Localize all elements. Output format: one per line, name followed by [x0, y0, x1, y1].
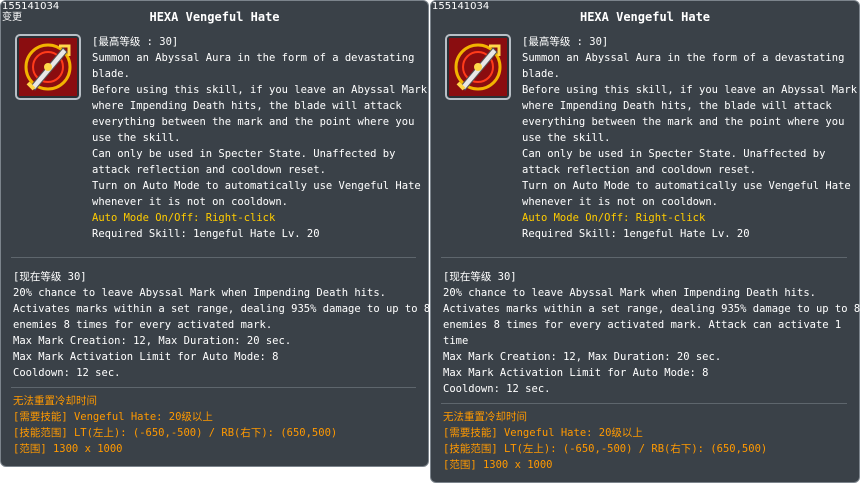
- level-line: Cooldown: 12 sec.: [13, 367, 121, 379]
- level-line: 20% chance to leave Abyssal Mark when Im…: [443, 287, 816, 299]
- desc-line: Before using this skill, if you leave an…: [92, 84, 428, 96]
- desc-line: Turn on Auto Mode to automatically use V…: [522, 180, 851, 192]
- skill-title: HEXA Vengeful Hate: [149, 10, 280, 24]
- info-line: [范围] 1300 x 1000: [13, 443, 123, 455]
- divider: [441, 257, 847, 258]
- level-line: Max Mark Creation: 12, Max Duration: 20 …: [443, 351, 722, 363]
- skill-info-section: 无法重置冷却时间 [需要技能] Vengeful Hate: 20级以上 [技能…: [443, 409, 848, 473]
- info-line: [技能范围] LT(左上): (-650,-500) / RB(右下): (65…: [443, 443, 768, 455]
- desc-line: Summon an Abyssal Aura in the form of a …: [522, 52, 845, 64]
- divider: [441, 403, 847, 404]
- level-line: Activates marks within a set range, deal…: [443, 303, 860, 315]
- desc-line: blade.: [522, 68, 560, 80]
- level-line: Max Mark Activation Limit for Auto Mode:…: [13, 351, 279, 363]
- level-line: Max Mark Creation: 12, Max Duration: 20 …: [13, 335, 292, 347]
- divider: [11, 257, 416, 258]
- auto-mode-hint: Auto Mode On/Off: Right-click: [522, 212, 706, 224]
- info-line: [技能范围] LT(左上): (-650,-500) / RB(右下): (65…: [13, 427, 338, 439]
- auto-mode-hint: Auto Mode On/Off: Right-click: [92, 212, 276, 224]
- info-line: [需要技能] Vengeful Hate: 20级以上: [443, 427, 643, 439]
- required-skill: Required Skill: 1engeful Hate Lv. 20: [522, 228, 750, 240]
- desc-line: Turn on Auto Mode to automatically use V…: [92, 180, 421, 192]
- desc-line: Summon an Abyssal Aura in the form of a …: [92, 52, 415, 64]
- current-level-section: [现在等级 30] 20% chance to leave Abyssal Ma…: [443, 269, 860, 397]
- skill-tooltip-left: 155141034 变更 HEXA Vengeful Hate [最高等级 : …: [0, 0, 431, 467]
- desc-line: everything between the mark and the poin…: [92, 116, 415, 128]
- level-line: Cooldown: 12 sec.: [443, 383, 551, 395]
- skill-tooltip-right: 155141034 HEXA Vengeful Hate [最高等级 : 30]…: [430, 0, 860, 483]
- info-line: [范围] 1300 x 1000: [443, 459, 553, 471]
- level-line: Max Mark Activation Limit for Auto Mode:…: [443, 367, 709, 379]
- desc-line: Can only be used in Specter State. Unaff…: [92, 148, 396, 160]
- desc-line: everything between the mark and the poin…: [522, 116, 845, 128]
- skill-description: [最高等级 : 30] Summon an Abyssal Aura in th…: [522, 34, 858, 242]
- desc-line: use the skill.: [522, 132, 611, 144]
- required-skill: Required Skill: 1engeful Hate Lv. 20: [92, 228, 320, 240]
- desc-line: [最高等级 : 30]: [92, 36, 179, 48]
- level-line: [现在等级 30]: [13, 271, 87, 283]
- info-line: [需要技能] Vengeful Hate: 20级以上: [13, 411, 213, 423]
- desc-line: [最高等级 : 30]: [522, 36, 609, 48]
- level-line: enemies 8 times for every activated mark…: [443, 319, 842, 331]
- desc-line: attack reflection and cooldown reset.: [522, 164, 756, 176]
- desc-line: use the skill.: [92, 132, 181, 144]
- skill-info-section: 无法重置冷却时间 [需要技能] Vengeful Hate: 20级以上 [技能…: [13, 393, 418, 457]
- info-line: 无法重置冷却时间: [443, 411, 527, 423]
- level-line: 20% chance to leave Abyssal Mark when Im…: [13, 287, 386, 299]
- desc-line: Can only be used in Specter State. Unaff…: [522, 148, 826, 160]
- desc-line: Before using this skill, if you leave an…: [522, 84, 858, 96]
- vengeful-hate-skill-icon: [15, 34, 81, 100]
- level-line: [现在等级 30]: [443, 271, 517, 283]
- desc-line: attack reflection and cooldown reset.: [92, 164, 326, 176]
- level-line: enemies 8 times for every activated mark…: [13, 319, 273, 331]
- desc-line: where Impending Death hits, the blade wi…: [92, 100, 402, 112]
- desc-line: whenever it is not on cooldown.: [92, 196, 288, 208]
- divider: [11, 387, 416, 388]
- skill-description: [最高等级 : 30] Summon an Abyssal Aura in th…: [92, 34, 428, 242]
- current-level-section: [现在等级 30] 20% chance to leave Abyssal Ma…: [13, 269, 431, 381]
- desc-line: blade.: [92, 68, 130, 80]
- skill-title: HEXA Vengeful Hate: [579, 10, 711, 24]
- level-line: time: [443, 335, 469, 347]
- info-line: 无法重置冷却时间: [13, 395, 97, 407]
- desc-line: where Impending Death hits, the blade wi…: [522, 100, 832, 112]
- desc-line: whenever it is not on cooldown.: [522, 196, 718, 208]
- level-line: Activates marks within a set range, deal…: [13, 303, 431, 315]
- vengeful-hate-skill-icon: [445, 34, 511, 100]
